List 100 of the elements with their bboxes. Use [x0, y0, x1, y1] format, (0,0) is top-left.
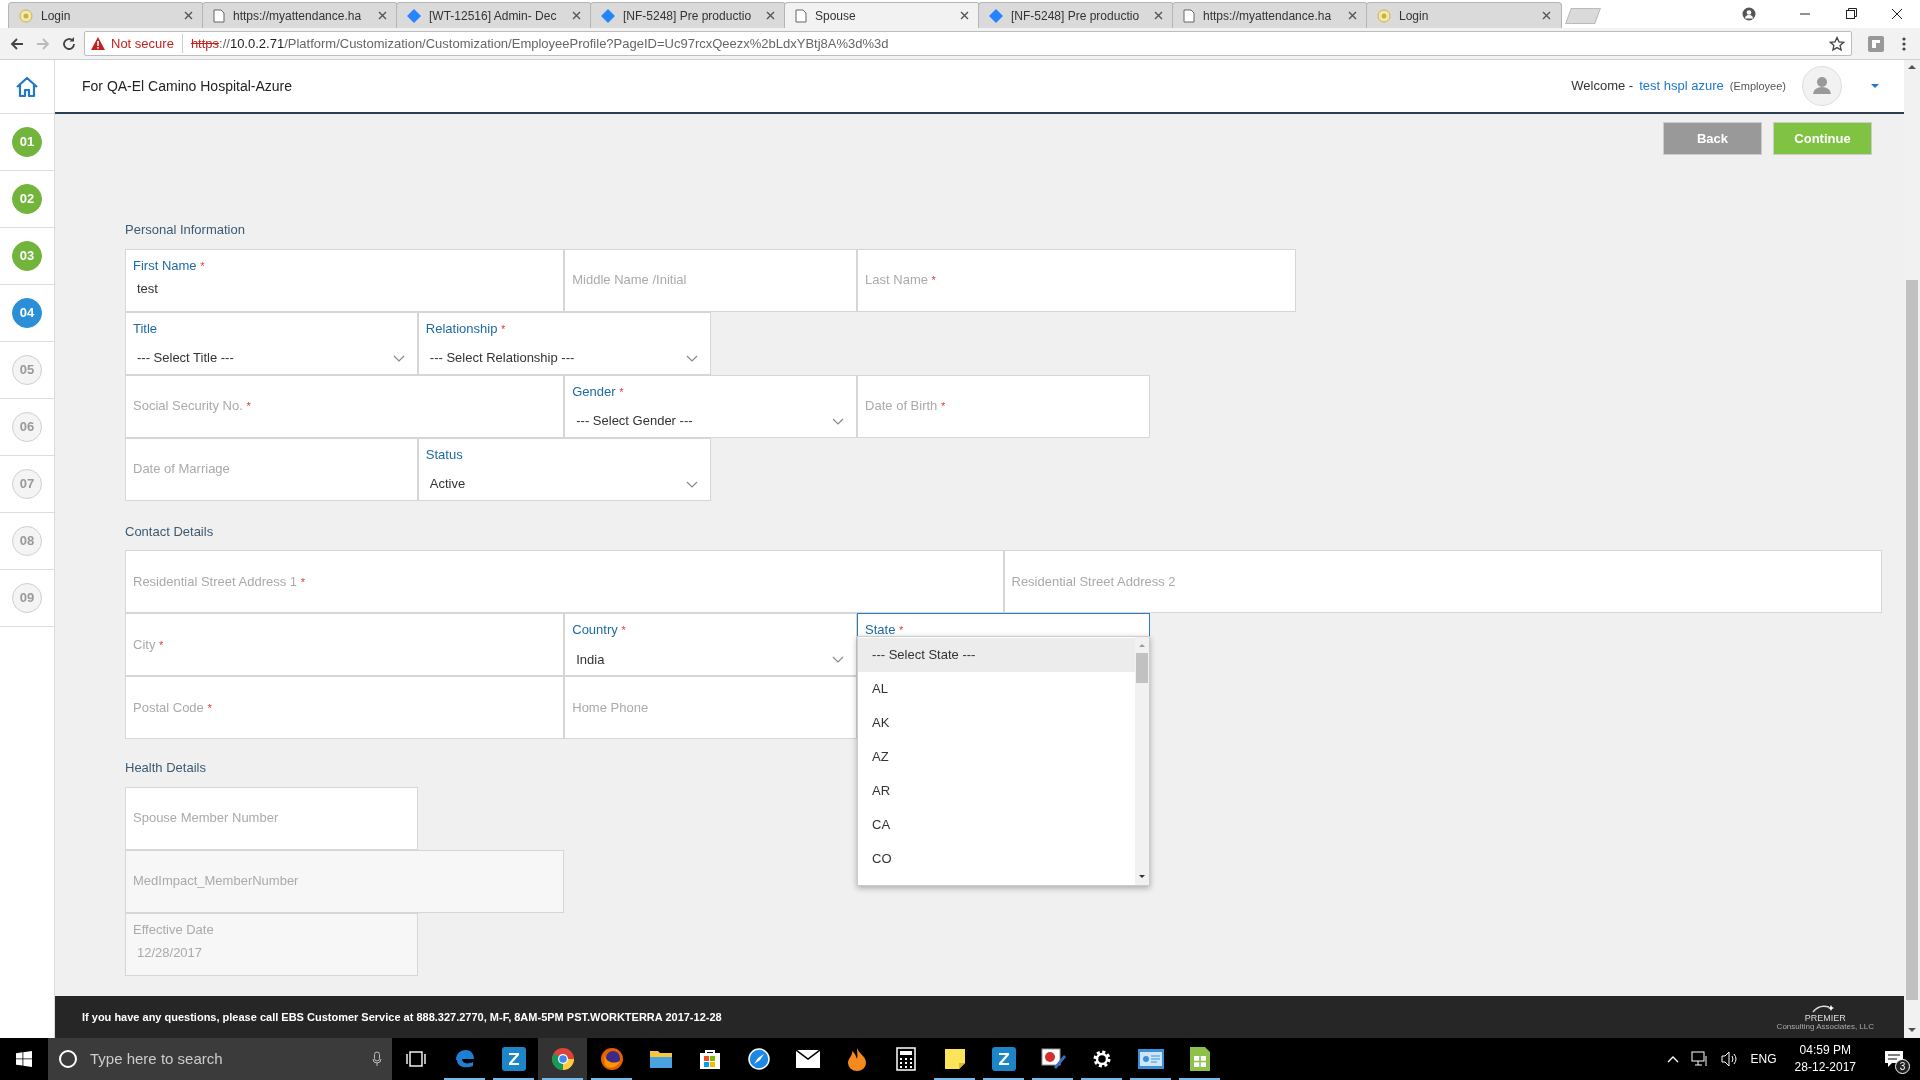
document-icon: [795, 8, 807, 23]
page-title: For QA-El Camino Hospital-Azure: [82, 76, 293, 96]
document-icon: [213, 8, 225, 23]
logo-tagline: Consulting Associates, LLC: [1776, 1022, 1874, 1031]
task-view-icon: [406, 1051, 426, 1067]
select-field[interactable]: Title --- Select Title ---: [125, 311, 418, 375]
extension-icon[interactable]: [1868, 35, 1884, 52]
compass-icon: [747, 1048, 770, 1070]
fox-globe-icon: [599, 1047, 624, 1071]
tab-title: [NF-5248] Pre productio: [623, 7, 753, 25]
windows-logo-icon: [16, 1051, 32, 1067]
user-name: test hspl azure: [1639, 77, 1724, 96]
section-title: Contact Details: [125, 522, 215, 541]
calculator-icon: [895, 1047, 916, 1071]
caret-icon[interactable]: [1870, 83, 1880, 89]
star-icon[interactable]: [1829, 35, 1845, 52]
menu-icon[interactable]: [1902, 36, 1906, 51]
profile-icon[interactable]: [1742, 7, 1756, 21]
browser-tab[interactable]: https://myattendance.ha: [1172, 2, 1368, 28]
browser-tab[interactable]: https://myattendance.ha: [202, 2, 398, 28]
tab-title: [NF-5248] Pre productio: [1011, 7, 1141, 25]
notification-button[interactable]: 3: [1874, 1038, 1914, 1080]
reload-icon[interactable]: [61, 35, 77, 52]
address-bar[interactable]: Not secure https://10.0.2.71/Platform/Customization/Customization/EmployeeProfile?PageID=Uc97rcxQeezx%2bLdxYBtj8A%3d%3d: [84, 31, 1852, 56]
close-icon[interactable]: [378, 11, 387, 20]
chrome-logo-icon: [550, 1047, 575, 1071]
input-field[interactable]: Residential Street Address 1 *: [125, 550, 1004, 613]
store-bag-icon: [698, 1048, 721, 1070]
network-icon[interactable]: [1690, 1051, 1709, 1067]
footer-text: If you have any questions, please call EBS Customer Service at 888.327.2770, M-F, 8AM-5PM PST.WORKTERRA 2017-12-28: [82, 1009, 722, 1025]
home-icon[interactable]: [15, 75, 39, 98]
notification-count: 3: [1895, 1059, 1910, 1074]
chevron-icon: [832, 417, 845, 425]
id-card-icon: [1137, 1049, 1164, 1069]
tab-title: Login: [1399, 7, 1430, 25]
diamond-icon: [989, 8, 1003, 23]
z-app-icon: [991, 1047, 1016, 1071]
section-title: Personal Information: [125, 221, 246, 239]
input-field[interactable]: Last Name *: [857, 248, 1297, 312]
spreadsheet-icon: [1187, 1046, 1212, 1072]
dropdown-option[interactable]: --- Select State ---: [858, 638, 1135, 672]
input-field[interactable]: Postal Code *: [125, 676, 565, 739]
z-app-icon: [501, 1047, 526, 1071]
close-icon[interactable]: [1154, 11, 1163, 20]
browser-tab[interactable]: Login: [8, 2, 204, 28]
tab-title: https://myattendance.ha: [1203, 7, 1333, 25]
url-text: https://10.0.2.71/Platform/Customization/Customization/EmployeeProfile?PageID=Uc97rcxQeezx%2bLdxYBtj8A%3d%3d: [190, 34, 889, 53]
close-icon[interactable]: [1348, 11, 1357, 20]
input-field[interactable]: Date of Birth *: [857, 374, 1150, 438]
document-icon: [1183, 8, 1195, 23]
chevron-icon: [832, 656, 845, 663]
clock[interactable]: 04:59 PM 28-12-2017: [1788, 1042, 1862, 1076]
tab-title: Login: [41, 7, 72, 25]
tab-title: https://myattendance.ha: [233, 7, 363, 25]
search-field[interactable]: Type here to search: [48, 1038, 392, 1080]
security-label: Not secure: [111, 33, 183, 54]
browser-tab[interactable]: Login: [1366, 2, 1562, 28]
close-icon[interactable]: [960, 11, 969, 20]
sun-icon: [1377, 8, 1391, 23]
close-icon[interactable]: [572, 11, 581, 20]
close-icon[interactable]: [1542, 11, 1551, 20]
chevron-up-icon[interactable]: [1666, 1055, 1679, 1063]
warning-icon: [91, 37, 105, 50]
close-icon[interactable]: [184, 11, 193, 20]
speaker-icon[interactable]: [1720, 1051, 1739, 1067]
diamond-icon: [407, 8, 421, 23]
sticky-note-icon: [943, 1048, 966, 1070]
browser-tab[interactable]: [NF-5248] Pre productio: [590, 2, 786, 28]
sun-icon: [19, 8, 33, 23]
chevron-icon: [685, 480, 698, 488]
avatar-icon[interactable]: [1802, 66, 1842, 106]
input-field[interactable]: Social Security No. *: [125, 374, 565, 438]
scrollbar[interactable]: [1904, 60, 1920, 1038]
select-field[interactable]: Status Active: [417, 437, 711, 501]
close-icon[interactable]: [766, 11, 775, 20]
wrench-window-icon: [1039, 1047, 1066, 1071]
tab-title: Spouse: [815, 7, 857, 25]
user-role: (Employee): [1729, 78, 1786, 94]
back-arrow-icon[interactable]: [9, 35, 25, 52]
flame-icon: [846, 1047, 867, 1071]
welcome-text: Welcome -: [1571, 77, 1634, 96]
tab-title: [WT-12516] Admin- Dec: [429, 7, 558, 25]
mail-icon: [795, 1050, 820, 1068]
browser-tab[interactable]: [NF-5248] Pre productio: [978, 2, 1174, 28]
browser-tab[interactable]: Spouse: [784, 2, 980, 28]
select-field[interactable]: Country * India: [564, 613, 858, 676]
diamond-icon: [601, 8, 615, 23]
chevron-icon: [392, 354, 405, 362]
browser-tab[interactable]: [WT-12516] Admin- Dec: [396, 2, 592, 28]
chevron-icon: [685, 354, 698, 362]
logo-name: PREMIER: [1804, 1013, 1846, 1023]
taskbar-app-button[interactable]: [538, 1038, 587, 1080]
section-title: Health Details: [125, 759, 207, 777]
input-field[interactable]: First Name * test: [125, 248, 565, 312]
input-field[interactable]: City *: [125, 613, 565, 676]
language-indicator[interactable]: ENG: [1750, 1050, 1777, 1068]
select-field[interactable]: Relationship * --- Select Relationship ---: [417, 311, 711, 375]
select-field[interactable]: Gender * --- Select Gender ---: [564, 374, 858, 438]
folder-icon: [648, 1049, 673, 1069]
microphone-icon: [372, 1051, 382, 1067]
